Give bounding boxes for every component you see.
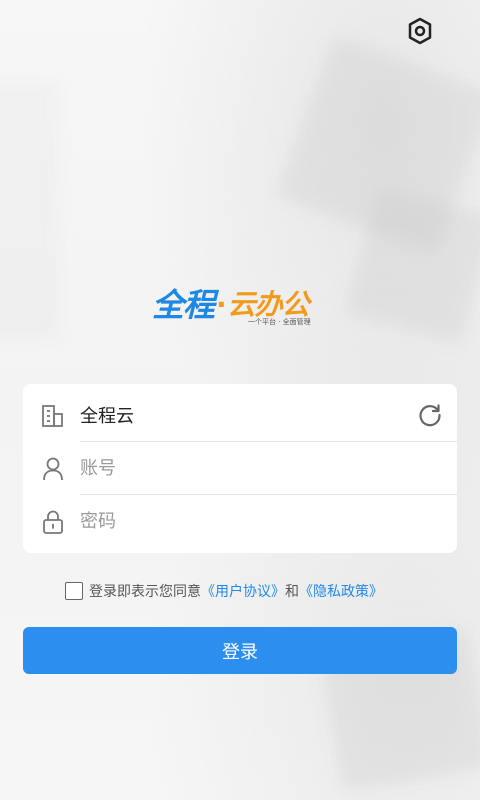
company-row: [23, 389, 457, 442]
company-input[interactable]: [80, 404, 400, 426]
password-row: [23, 495, 457, 548]
account-row: [23, 442, 457, 495]
user-icon: [40, 456, 66, 482]
logo-dot: ·: [216, 288, 227, 321]
settings-button[interactable]: [406, 16, 434, 46]
logo-brand-blue: 全程: [152, 286, 215, 324]
agreement-and: 和: [285, 584, 299, 600]
login-button[interactable]: 登录: [23, 627, 457, 674]
lock-icon: [40, 509, 66, 535]
company-field: [80, 389, 457, 442]
refresh-button[interactable]: [417, 402, 443, 428]
user-agreement-link[interactable]: 《用户协议》: [201, 581, 285, 601]
app-logo: 全程 · 云办公 一个平台 · 全面管理: [152, 285, 332, 330]
agreement-row: 登录即表示您同意 《用户协议》 和 《隐私政策》: [65, 581, 383, 601]
password-field: [80, 495, 457, 548]
account-input[interactable]: [80, 457, 400, 479]
settings-hexagon-icon: [408, 17, 432, 45]
agreement-prefix: 登录即表示您同意: [89, 584, 201, 600]
login-form-card: [23, 384, 457, 553]
logo-slogan: 一个平台 · 全面管理: [248, 318, 311, 326]
building-icon: [40, 403, 66, 429]
password-input[interactable]: [80, 511, 400, 532]
account-field: [80, 442, 457, 495]
refresh-icon: [419, 404, 441, 427]
privacy-policy-link[interactable]: 《隐私政策》: [299, 581, 383, 601]
agreement-checkbox[interactable]: [65, 582, 83, 600]
